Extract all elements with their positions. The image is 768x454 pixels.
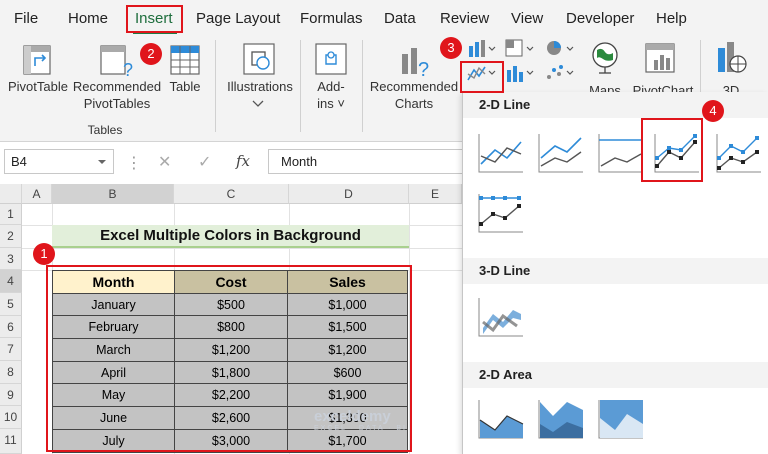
- insert-function-icon[interactable]: fx: [236, 152, 250, 170]
- formula-input[interactable]: Month: [268, 149, 464, 174]
- pie-chart-icon[interactable]: [544, 38, 576, 58]
- table-label[interactable]: Table: [166, 78, 204, 95]
- 3d-line-chart-option[interactable]: [473, 292, 529, 344]
- recommended-charts-icon[interactable]: ?: [398, 42, 432, 78]
- add-ins-icon[interactable]: [314, 42, 348, 76]
- sheet-title[interactable]: Excel Multiple Colors in Background: [52, 225, 409, 248]
- table-selection-highlight: [46, 265, 412, 452]
- row-header-2[interactable]: 2: [0, 225, 22, 248]
- 3d-map-icon[interactable]: [714, 40, 748, 76]
- ribbon-separator: [362, 40, 363, 132]
- pivottable-label[interactable]: PivotTable: [7, 78, 69, 95]
- maps-icon[interactable]: [589, 40, 621, 76]
- column-header-b[interactable]: B: [52, 184, 174, 204]
- stacked-line-chart-option[interactable]: [533, 128, 589, 180]
- row-header-7[interactable]: 7: [0, 338, 22, 361]
- row-header-11[interactable]: 11: [0, 429, 22, 454]
- column-chart-icon[interactable]: [466, 38, 498, 58]
- column-header-e[interactable]: E: [409, 184, 462, 204]
- stacked-area-chart-option[interactable]: [533, 394, 589, 446]
- column-header-c[interactable]: C: [174, 184, 289, 204]
- chevron-down-icon[interactable]: [252, 100, 264, 108]
- hierarchy-chart-icon[interactable]: [504, 38, 536, 58]
- ribbon-separator: [215, 40, 216, 132]
- menu-data[interactable]: Data: [384, 10, 416, 27]
- menu-page-layout[interactable]: Page Layout: [196, 10, 280, 27]
- row-header-4[interactable]: 4: [0, 270, 22, 293]
- statistic-chart-icon[interactable]: [504, 62, 536, 84]
- gridline: [22, 248, 462, 249]
- enter-icon[interactable]: ✓: [198, 152, 211, 172]
- step-badge-3: 3: [440, 37, 462, 59]
- more-options-icon[interactable]: ⋮: [126, 153, 142, 173]
- tables-group-label: Tables: [87, 123, 123, 137]
- table-icon[interactable]: [169, 44, 201, 76]
- menu-developer[interactable]: Developer: [566, 10, 634, 27]
- insert-tab-highlight: [126, 5, 183, 33]
- name-box[interactable]: B4: [4, 149, 114, 174]
- recommended-pivottables-icon[interactable]: ?: [99, 44, 135, 78]
- menu-review[interactable]: Review: [440, 10, 489, 27]
- row-header-3[interactable]: 3: [0, 248, 22, 270]
- step-badge-1: 1: [33, 243, 55, 265]
- row-header-10[interactable]: 10: [0, 406, 22, 429]
- row-header-9[interactable]: 9: [0, 384, 22, 406]
- recommended-charts-label[interactable]: Recommended Charts: [368, 78, 460, 112]
- pivotchart-icon[interactable]: [644, 42, 678, 76]
- row-header-1[interactable]: 1: [0, 204, 22, 225]
- line-chart-option[interactable]: [473, 128, 529, 180]
- formula-value: Month: [281, 154, 318, 169]
- section-2d-area: 2-D Area: [463, 362, 768, 388]
- menu-file[interactable]: File: [14, 10, 38, 27]
- menu-view[interactable]: View: [511, 10, 543, 27]
- cancel-icon[interactable]: ✕: [158, 152, 171, 172]
- svg-text:?: ?: [418, 59, 429, 78]
- menu-bar: File Home Insert Page Layout Formulas Da…: [0, 0, 768, 36]
- 100-stacked-line-with-markers-option[interactable]: [473, 188, 529, 240]
- add-ins-label[interactable]: Add- ins ˅: [310, 78, 352, 112]
- column-header-d[interactable]: D: [289, 184, 409, 204]
- row-header-8[interactable]: 8: [0, 361, 22, 384]
- row-header-6[interactable]: 6: [0, 316, 22, 338]
- line-with-markers-highlight: [641, 118, 703, 182]
- step-badge-4: 4: [702, 100, 724, 122]
- svg-text:?: ?: [123, 60, 133, 78]
- line-chart-dropdown: 2-D Line 3-D Line 2-D Area: [462, 92, 768, 454]
- step-badge-2: 2: [140, 43, 162, 65]
- stacked-line-with-markers-option[interactable]: [711, 128, 767, 180]
- menu-home[interactable]: Home: [68, 10, 108, 27]
- row-header-5[interactable]: 5: [0, 293, 22, 316]
- area-chart-option[interactable]: [473, 394, 529, 446]
- select-all-corner[interactable]: [0, 184, 22, 204]
- name-box-value: B4: [11, 154, 27, 169]
- menu-help[interactable]: Help: [656, 10, 687, 27]
- chevron-down-icon[interactable]: [97, 159, 107, 166]
- menu-formulas[interactable]: Formulas: [300, 10, 363, 27]
- column-header-a[interactable]: A: [22, 184, 52, 204]
- line-chart-button-highlight: [460, 61, 504, 93]
- section-3d-line: 3-D Line: [463, 258, 768, 284]
- recommended-pivottables-label[interactable]: Recommended PivotTables: [71, 78, 163, 112]
- pivottable-icon[interactable]: [22, 44, 52, 76]
- ribbon-separator: [300, 40, 301, 132]
- 100-stacked-area-chart-option[interactable]: [593, 394, 649, 446]
- illustrations-icon[interactable]: [242, 42, 276, 76]
- scatter-chart-icon[interactable]: [544, 62, 576, 84]
- illustrations-label[interactable]: Illustrations: [222, 78, 298, 95]
